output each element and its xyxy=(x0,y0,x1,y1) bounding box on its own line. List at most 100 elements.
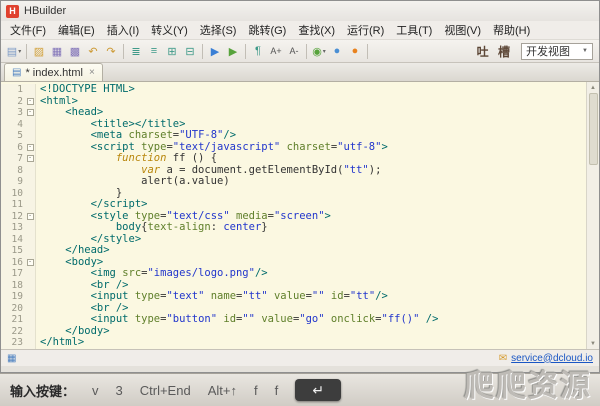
menu-item[interactable]: 跳转(G) xyxy=(242,21,292,39)
scroll-down-icon[interactable]: ▼ xyxy=(587,338,599,349)
fold-marker[interactable]: - xyxy=(26,155,34,163)
tab-index-html[interactable]: ▤ * index.html × xyxy=(4,63,103,81)
redo-button-icon: ↷ xyxy=(106,45,116,58)
browser-run-select-button-icon: ◉ xyxy=(312,45,322,58)
save-all-button-icon: ▩ xyxy=(69,45,81,58)
support-email-link[interactable]: service@dcloud.io xyxy=(511,353,593,364)
view-mode-select[interactable]: 开发视图 ▼ xyxy=(521,42,593,60)
fold-column xyxy=(25,337,36,349)
line-number: 21 xyxy=(1,314,25,326)
code-line[interactable]: 22 </body> xyxy=(1,325,586,337)
fold-column xyxy=(25,164,36,176)
pressed-key: Ctrl+End xyxy=(139,382,191,398)
line-number: 20 xyxy=(1,302,25,314)
menu-item[interactable]: 工具(T) xyxy=(390,21,438,39)
code-line[interactable]: 23 </html> xyxy=(1,336,586,349)
toolbar-icon-group: ▤ ▾ ▨ ▦ ▩ ↶ ↷ ≣ ≡ ⊞ ⊟ ▶ ▶ ¶ A+ A- ◉ ▾ ● ● xyxy=(5,42,371,60)
fold-column xyxy=(25,268,36,280)
debug-button-icon: ▶ xyxy=(228,45,238,58)
open-file-button[interactable]: ▨ xyxy=(30,42,48,60)
paragraph-button[interactable]: ¶ xyxy=(249,42,267,60)
panel-toggle-icon[interactable]: ▦ xyxy=(7,353,16,364)
window-bottom-edge xyxy=(1,366,599,372)
line-number: 19 xyxy=(1,291,25,303)
outline-button-icon: ≡ xyxy=(150,45,158,57)
fold-column: - xyxy=(25,95,36,107)
menu-item[interactable]: 文件(F) xyxy=(4,21,52,39)
menu-item[interactable]: 插入(I) xyxy=(101,21,145,39)
app-logo-icon: H xyxy=(6,4,19,18)
fold-marker[interactable]: - xyxy=(26,212,34,220)
menu-item[interactable]: 查找(X) xyxy=(292,21,341,39)
menu-item[interactable]: 编辑(E) xyxy=(52,21,101,39)
chrome-button[interactable]: ● xyxy=(328,42,346,60)
chevron-down-icon: ▾ xyxy=(18,48,22,55)
code-line[interactable]: 1 <!DOCTYPE HTML> xyxy=(1,83,586,96)
menu-item[interactable]: 视图(V) xyxy=(438,21,487,39)
code-area[interactable]: 1 <!DOCTYPE HTML> 2- <html> 3- <head> 4 <titl… xyxy=(1,82,586,349)
font-decrease-button-icon: A- xyxy=(289,46,299,56)
fold-column: - xyxy=(25,153,36,165)
block-select-button[interactable]: ⊞ xyxy=(163,42,181,60)
line-number: 17 xyxy=(1,268,25,280)
fold-column xyxy=(25,325,36,337)
toolbar-divider xyxy=(306,43,307,59)
font-decrease-button[interactable]: A- xyxy=(285,42,303,60)
line-number: 9 xyxy=(1,176,25,188)
line-number: 14 xyxy=(1,233,25,245)
fold-marker[interactable]: - xyxy=(26,109,34,117)
scrollbar-thumb[interactable] xyxy=(588,93,598,165)
browser-run-select-button[interactable]: ◉ ▾ xyxy=(310,42,328,60)
paragraph-button-icon: ¶ xyxy=(255,45,261,57)
fold-column: - xyxy=(25,256,36,268)
line-number: 15 xyxy=(1,245,25,257)
fold-marker[interactable]: - xyxy=(26,258,34,266)
tab-bar: ▤ * index.html × xyxy=(1,63,599,82)
fold-column xyxy=(25,302,36,314)
window-title: HBuilder xyxy=(24,5,67,17)
fold-marker[interactable]: - xyxy=(26,143,34,151)
line-number: 3 xyxy=(1,107,25,119)
fold-column: - xyxy=(25,210,36,222)
fold-column xyxy=(25,176,36,188)
save-button[interactable]: ▦ xyxy=(48,42,66,60)
pressed-key: f xyxy=(274,382,279,398)
feedback-button[interactable]: 吐 槽 xyxy=(477,43,513,60)
firefox-button[interactable]: ● xyxy=(346,42,364,60)
toolbar: ▤ ▾ ▨ ▦ ▩ ↶ ↷ ≣ ≡ ⊞ ⊟ ▶ ▶ ¶ A+ A- ◉ ▾ ● ● 吐 槽 开发视图 ▼ xyxy=(1,39,599,63)
run-button-icon: ▶ xyxy=(210,45,220,58)
mail-icon: ✉ xyxy=(498,352,508,364)
font-increase-button[interactable]: A+ xyxy=(267,42,285,60)
save-button-icon: ▦ xyxy=(51,45,63,58)
line-number: 11 xyxy=(1,199,25,211)
menu-item[interactable]: 选择(S) xyxy=(194,21,243,39)
new-file-button[interactable]: ▤ ▾ xyxy=(5,42,23,60)
run-button[interactable]: ▶ xyxy=(206,42,224,60)
line-number: 1 xyxy=(1,84,25,96)
debug-button[interactable]: ▶ xyxy=(224,42,242,60)
tab-label: * index.html xyxy=(25,66,83,79)
save-all-button[interactable]: ▩ xyxy=(66,42,84,60)
format-code-button[interactable]: ≣ xyxy=(127,42,145,60)
toolbar-right-group: 吐 槽 开发视图 ▼ xyxy=(477,42,595,60)
fold-marker[interactable]: - xyxy=(26,97,34,105)
pressed-keys-list: v 3 Ctrl+End Alt+↑ f f xyxy=(75,383,278,398)
tab-close-icon[interactable]: × xyxy=(89,67,95,78)
code-editor[interactable]: 1 <!DOCTYPE HTML> 2- <html> 3- <head> 4 <titl… xyxy=(1,82,599,349)
menu-item[interactable]: 运行(R) xyxy=(341,21,390,39)
fold-column: - xyxy=(25,107,36,119)
new-file-button-icon: ▤ xyxy=(6,45,18,58)
firefox-button-icon: ● xyxy=(351,45,359,57)
menu-item[interactable]: 转义(Y) xyxy=(145,21,194,39)
undo-button[interactable]: ↶ xyxy=(84,42,102,60)
title-bar[interactable]: H HBuilder xyxy=(1,1,599,21)
word-wrap-button[interactable]: ⊟ xyxy=(181,42,199,60)
scroll-up-icon[interactable]: ▲ xyxy=(587,82,599,93)
line-number: 7 xyxy=(1,153,25,165)
menu-item[interactable]: 帮助(H) xyxy=(487,21,536,39)
line-number: 6 xyxy=(1,141,25,153)
redo-button[interactable]: ↷ xyxy=(102,42,120,60)
word-wrap-button-icon: ⊟ xyxy=(185,45,195,58)
outline-button[interactable]: ≡ xyxy=(145,42,163,60)
editor-scrollbar[interactable]: ▲ ▼ xyxy=(586,82,599,349)
